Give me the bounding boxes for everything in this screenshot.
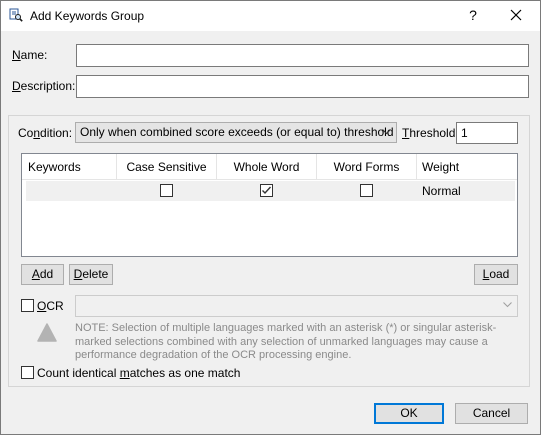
column-header-case-sensitive[interactable]: Case Sensitive [117,154,217,180]
threshold-input[interactable] [456,122,518,144]
name-label: Name: [12,48,48,62]
delete-button[interactable]: Delete [69,264,113,285]
magnifier-document-icon [9,8,23,22]
close-icon [510,9,522,21]
window-title: Add Keywords Group [30,9,145,23]
count-identical-label: Count identical matches as one match [37,366,241,380]
word-forms-checkbox[interactable] [360,184,373,197]
ok-button[interactable]: OK [374,403,444,424]
table-header: Keywords Case Sensitive Whole Word Word … [22,154,517,180]
name-input[interactable] [76,44,529,67]
add-button[interactable]: Add [21,264,64,285]
condition-label: Condition: [18,126,73,140]
column-header-keywords[interactable]: Keywords [22,154,117,180]
weight-cell[interactable]: Normal [422,184,461,198]
table-row[interactable]: Normal [26,181,515,201]
description-input[interactable] [76,75,529,98]
count-identical-checkbox[interactable] [21,366,34,379]
keyword-cell[interactable] [26,181,117,201]
condition-selected-value: Only when combined score exceeds (or equ… [80,125,394,139]
case-sensitive-checkbox[interactable] [160,184,173,197]
help-button[interactable]: ? [465,5,481,25]
warning-icon [37,323,57,342]
chevron-down-icon [382,129,391,135]
checkmark-icon [262,186,272,195]
column-header-word-forms[interactable]: Word Forms [317,154,417,180]
chevron-down-icon [503,302,512,308]
ocr-label: OCR [37,299,64,313]
close-button[interactable] [506,5,526,25]
condition-dropdown[interactable]: Only when combined score exceeds (or equ… [75,122,397,143]
ocr-note: NOTE: Selection of multiple languages ma… [75,322,497,361]
cancel-button[interactable]: Cancel [455,403,528,424]
column-header-whole-word[interactable]: Whole Word [217,154,317,180]
ocr-checkbox[interactable] [21,299,34,312]
keywords-table[interactable]: Keywords Case Sensitive Whole Word Word … [21,153,518,257]
load-button[interactable]: Load [474,264,518,285]
description-label: Description: [12,79,76,93]
threshold-label: Threshold: [402,126,459,140]
whole-word-checkbox[interactable] [260,184,273,197]
ocr-language-dropdown[interactable] [75,295,518,317]
column-header-weight[interactable]: Weight [417,154,517,180]
